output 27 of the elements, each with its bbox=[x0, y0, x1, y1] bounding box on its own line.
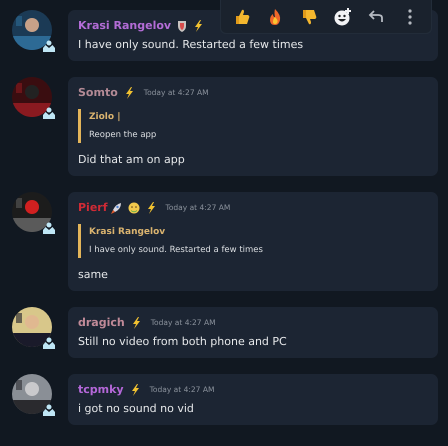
message-text: i got no sound no vid bbox=[78, 402, 195, 415]
quote-text: I have only sound. Restarted a few times bbox=[89, 245, 263, 255]
quote-author: Krasi Rangelov bbox=[89, 227, 166, 237]
author-name[interactable]: Pierf bbox=[78, 201, 108, 214]
lightning-icon bbox=[146, 202, 156, 214]
face-icon bbox=[128, 202, 140, 214]
badge-icon bbox=[42, 107, 56, 119]
lightning-icon bbox=[130, 316, 141, 328]
author-name[interactable]: tcpmky bbox=[78, 383, 124, 396]
badge-icon bbox=[42, 40, 56, 52]
lightning-icon bbox=[193, 20, 204, 32]
lightning-icon bbox=[130, 384, 140, 396]
message-text: same bbox=[78, 268, 109, 281]
author-name[interactable]: Krasi Rangelov bbox=[78, 19, 172, 32]
author-name[interactable]: Somto bbox=[78, 86, 118, 99]
badge-icon bbox=[42, 222, 56, 234]
message-text: Did that am on app bbox=[78, 153, 186, 166]
badge-icon bbox=[42, 404, 56, 416]
author-name[interactable]: dragich bbox=[78, 316, 125, 329]
rocket-icon bbox=[110, 202, 122, 214]
message-text: I have only sound. Restarted a few times bbox=[78, 38, 304, 51]
quote-author: Ziolo | bbox=[89, 112, 120, 122]
shield-icon bbox=[177, 20, 188, 32]
quote-text: Reopen the app bbox=[89, 130, 156, 140]
message-text: Still no video from both phone and PC bbox=[78, 335, 288, 348]
badge-icon bbox=[42, 337, 56, 349]
lightning-icon bbox=[124, 86, 134, 98]
